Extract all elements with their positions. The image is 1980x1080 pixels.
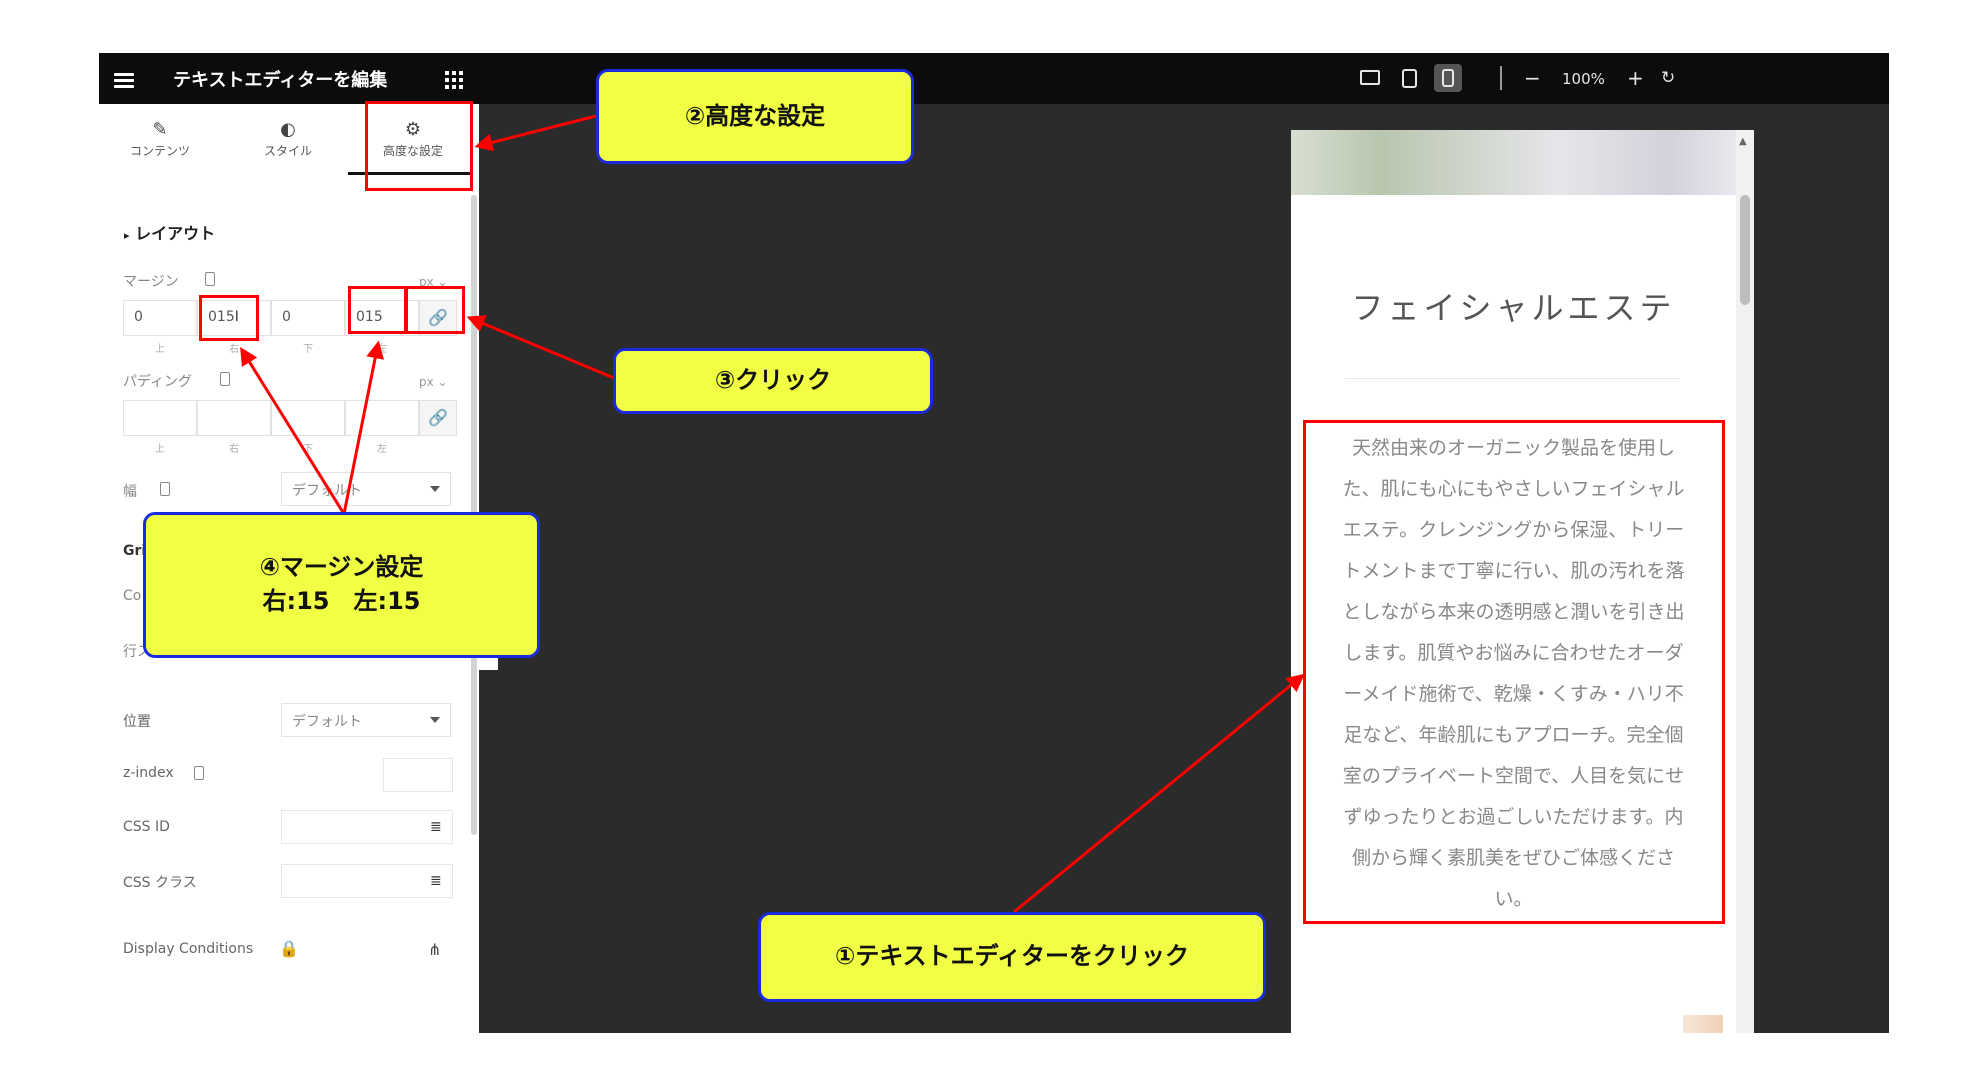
- callout-step3: ③クリック: [613, 348, 933, 414]
- callout-step1-text: ①テキストエディターをクリック: [835, 942, 1189, 971]
- callout-step4: ④マージン設定 右:15 左:15: [143, 512, 540, 658]
- callout-step1: ①テキストエディターをクリック: [758, 912, 1266, 1002]
- callout-step2-text: ②高度な設定: [684, 101, 826, 130]
- arrow-step4a: [240, 346, 346, 515]
- arrow-step1: [1013, 673, 1305, 914]
- callout-step2: ②高度な設定: [596, 69, 914, 164]
- arrow-step2: [474, 114, 597, 152]
- arrow-step4b: [342, 340, 385, 515]
- callout-step4-line2: 右:15 左:15: [262, 587, 421, 615]
- arrow-step3: [466, 315, 615, 380]
- callout-step4-line1: ④マージン設定: [259, 553, 424, 582]
- callout-step3-text: ③クリック: [714, 366, 832, 395]
